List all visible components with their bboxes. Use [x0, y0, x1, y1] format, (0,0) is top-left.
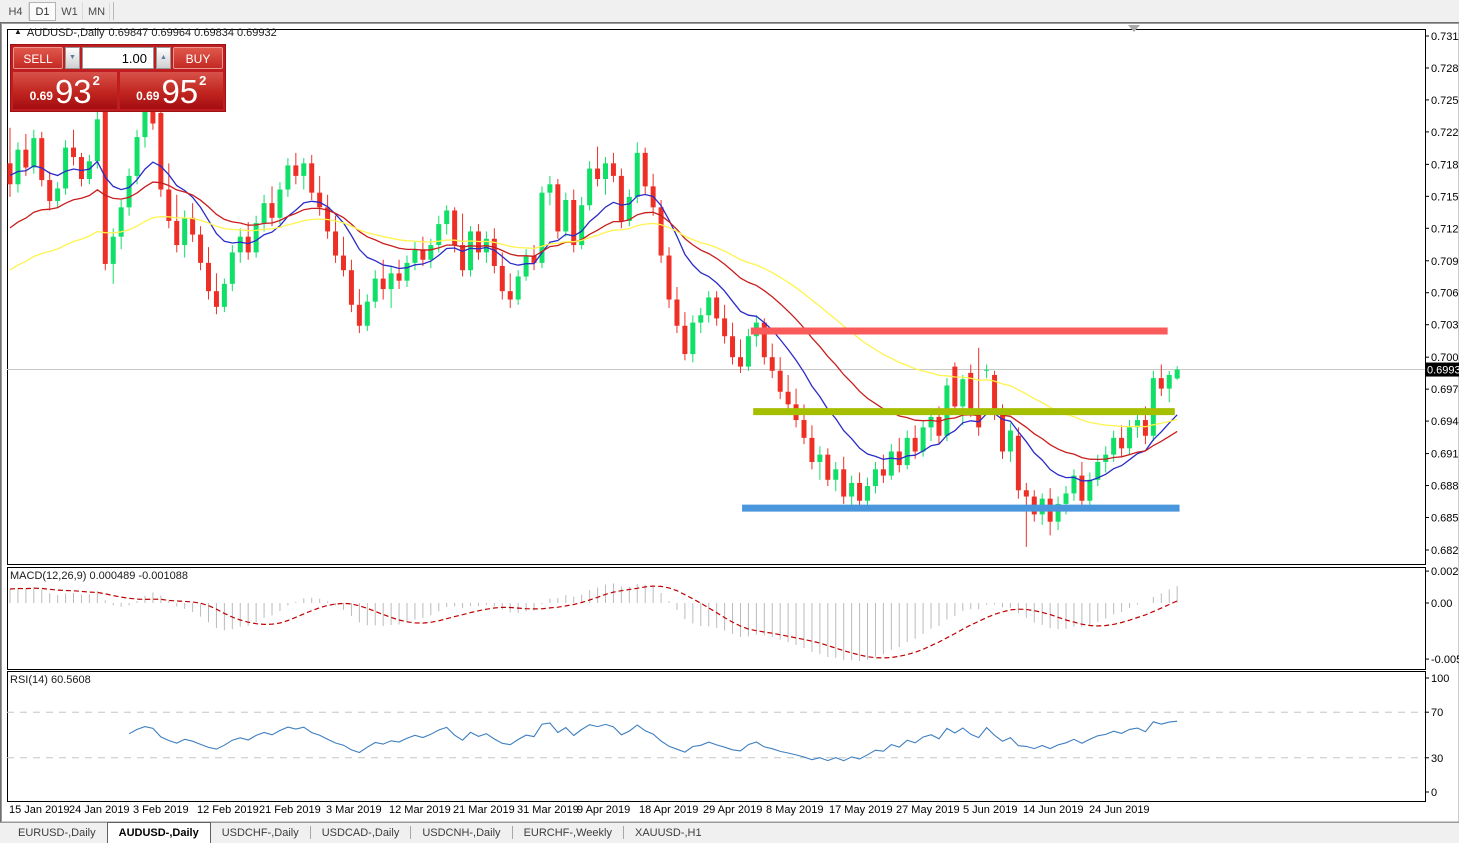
- date-axis-label: 15 Jan 2019: [9, 804, 70, 816]
- rsi-value: 60.5608: [50, 674, 91, 686]
- buy-button[interactable]: BUY: [173, 47, 223, 69]
- date-axis-label: 14 Jun 2019: [1023, 804, 1084, 816]
- date-axis-label: 12 Mar 2019: [389, 804, 451, 816]
- chart-tab-audusd[interactable]: AUDUSD-,Daily: [106, 822, 211, 843]
- date-axis-label: 21 Feb 2019: [259, 804, 321, 816]
- date-axis-label: 21 Mar 2019: [453, 804, 515, 816]
- date-axis-label: 29 Apr 2019: [703, 804, 762, 816]
- chart-title: ▲ AUDUSD-,Daily 0.69847 0.69964 0.69834 0.…: [14, 27, 277, 39]
- chart-tab-eurchf[interactable]: EURCHF-,Weekly: [513, 824, 623, 843]
- timeframe-button-mn[interactable]: MN: [83, 1, 110, 21]
- chart-tab-eurusd[interactable]: EURUSD-,Daily: [7, 824, 107, 843]
- price-axis-tick: 0.70970: [1431, 256, 1459, 268]
- price-axis-tick: 0.68825: [1431, 481, 1459, 493]
- price-axis-tick: 0.72200: [1431, 127, 1459, 139]
- rsi-axis-tick: 100: [1431, 673, 1449, 685]
- price-axis-tick: 0.73115: [1431, 31, 1459, 43]
- volume-input[interactable]: [82, 47, 154, 69]
- chart-tab-xauusd[interactable]: XAUUSD-,H1: [624, 824, 713, 843]
- rsi-axis-tick: 30: [1431, 753, 1443, 765]
- chart-tab-usdcnh[interactable]: USDCNH-,Daily: [411, 824, 511, 843]
- macd-axis-tick: 0.00: [1431, 598, 1452, 610]
- mt4-terminal: H4D1W1MN 0.731150.728100.725050.722000.7…: [0, 0, 1459, 843]
- date-axis-label: 31 Mar 2019: [517, 804, 579, 816]
- date-axis-label: 8 May 2019: [766, 804, 823, 816]
- price-axis-tick: 0.71585: [1431, 191, 1459, 203]
- sell-price-digits: 93: [54, 73, 92, 110]
- price-axis-tick: 0.69130: [1431, 449, 1459, 461]
- price-axis-tick: 0.71890: [1431, 159, 1459, 171]
- macd-axis-tick: 0.002984: [1431, 566, 1459, 578]
- symbol-collapse-icon[interactable]: ▲: [14, 27, 22, 36]
- rsi-label: RSI(14) 60.5608: [10, 674, 91, 686]
- date-axis-label: 17 May 2019: [829, 804, 893, 816]
- buy-price-panel[interactable]: 0.69 95 2: [119, 72, 223, 110]
- rsi-axis-tick: 70: [1431, 707, 1443, 719]
- price-axis-tick: 0.71280: [1431, 223, 1459, 235]
- svg-text:0.69932: 0.69932: [1427, 365, 1459, 377]
- date-axis-label: 12 Feb 2019: [197, 804, 259, 816]
- price-axis-tick: 0.70050: [1431, 352, 1459, 364]
- date-axis-label: 24 Jan 2019: [69, 804, 130, 816]
- timeframe-toolbar: H4 D1 W1 MN: [0, 0, 1459, 22]
- rsi-axis-tick: 0: [1431, 787, 1437, 799]
- buy-price-digits: 95: [161, 73, 199, 110]
- one-click-trading-panel: SELL ▼ ▲ BUY 0.69 93 2 0.69 95 2: [10, 44, 226, 112]
- chart-ohlc-values: 0.69847 0.69964 0.69834 0.69932: [108, 27, 277, 39]
- price-axis-tick: 0.68210: [1431, 545, 1459, 557]
- sell-button[interactable]: SELL: [13, 47, 63, 69]
- macd-axis-tick: -0.00525: [1431, 654, 1459, 666]
- date-axis-label: 24 Jun 2019: [1089, 804, 1150, 816]
- buy-price-prefix: 0.69: [136, 89, 160, 103]
- timeframe-button-d1[interactable]: D1: [29, 1, 56, 21]
- price-axis-tick: 0.69745: [1431, 384, 1459, 396]
- volume-decrease-button[interactable]: ▼: [65, 47, 80, 69]
- timeframe-button-h4[interactable]: H4: [2, 1, 29, 21]
- date-axis-label: 3 Feb 2019: [133, 804, 189, 816]
- price-axis-tick: 0.70665: [1431, 288, 1459, 300]
- price-axis-tick: 0.72810: [1431, 63, 1459, 75]
- price-axis-tick: 0.70360: [1431, 320, 1459, 332]
- chart-tab-usdchf[interactable]: USDCHF-,Daily: [211, 824, 310, 843]
- price-axis-tick: 0.68520: [1431, 513, 1459, 525]
- date-axis-label: 3 Mar 2019: [326, 804, 382, 816]
- sell-price-pip: 2: [92, 73, 100, 88]
- chart-tab-usdcad[interactable]: USDCAD-,Daily: [311, 824, 411, 843]
- rsi-pane: [7, 671, 1426, 802]
- date-axis-label: 5 Jun 2019: [963, 804, 1017, 816]
- toolbar-separator: [113, 2, 114, 20]
- sell-price-prefix: 0.69: [29, 89, 53, 103]
- chart-window[interactable]: 0.73115 0.72810 0.72505 0.72200 0.71890 0.715…: [0, 22, 1459, 823]
- price-chart-canvas[interactable]: 0.73115 0.72810 0.72505 0.72200 0.71890 0.715…: [1, 23, 1459, 823]
- date-axis-label: 9 Apr 2019: [577, 804, 630, 816]
- date-axis-label: 18 Apr 2019: [639, 804, 698, 816]
- price-axis-tick: 0.72505: [1431, 95, 1459, 107]
- sell-price-panel[interactable]: 0.69 93 2: [13, 72, 117, 109]
- macd-values: 0.000489 -0.001088: [89, 570, 188, 582]
- timeframe-button-w1[interactable]: W1: [56, 1, 83, 21]
- chart-symbol-label: AUDUSD-,Daily: [26, 27, 105, 39]
- buy-price-pip: 2: [199, 73, 207, 88]
- macd-label: MACD(12,26,9) 0.000489 -0.001088: [10, 570, 188, 582]
- date-axis-label: 27 May 2019: [896, 804, 960, 816]
- price-axis-tick: 0.69440: [1431, 416, 1459, 428]
- chart-tab-bar: EURUSD-,Daily AUDUSD-,Daily USDCHF-,Daily U…: [0, 822, 1459, 843]
- volume-increase-button[interactable]: ▲: [156, 47, 171, 69]
